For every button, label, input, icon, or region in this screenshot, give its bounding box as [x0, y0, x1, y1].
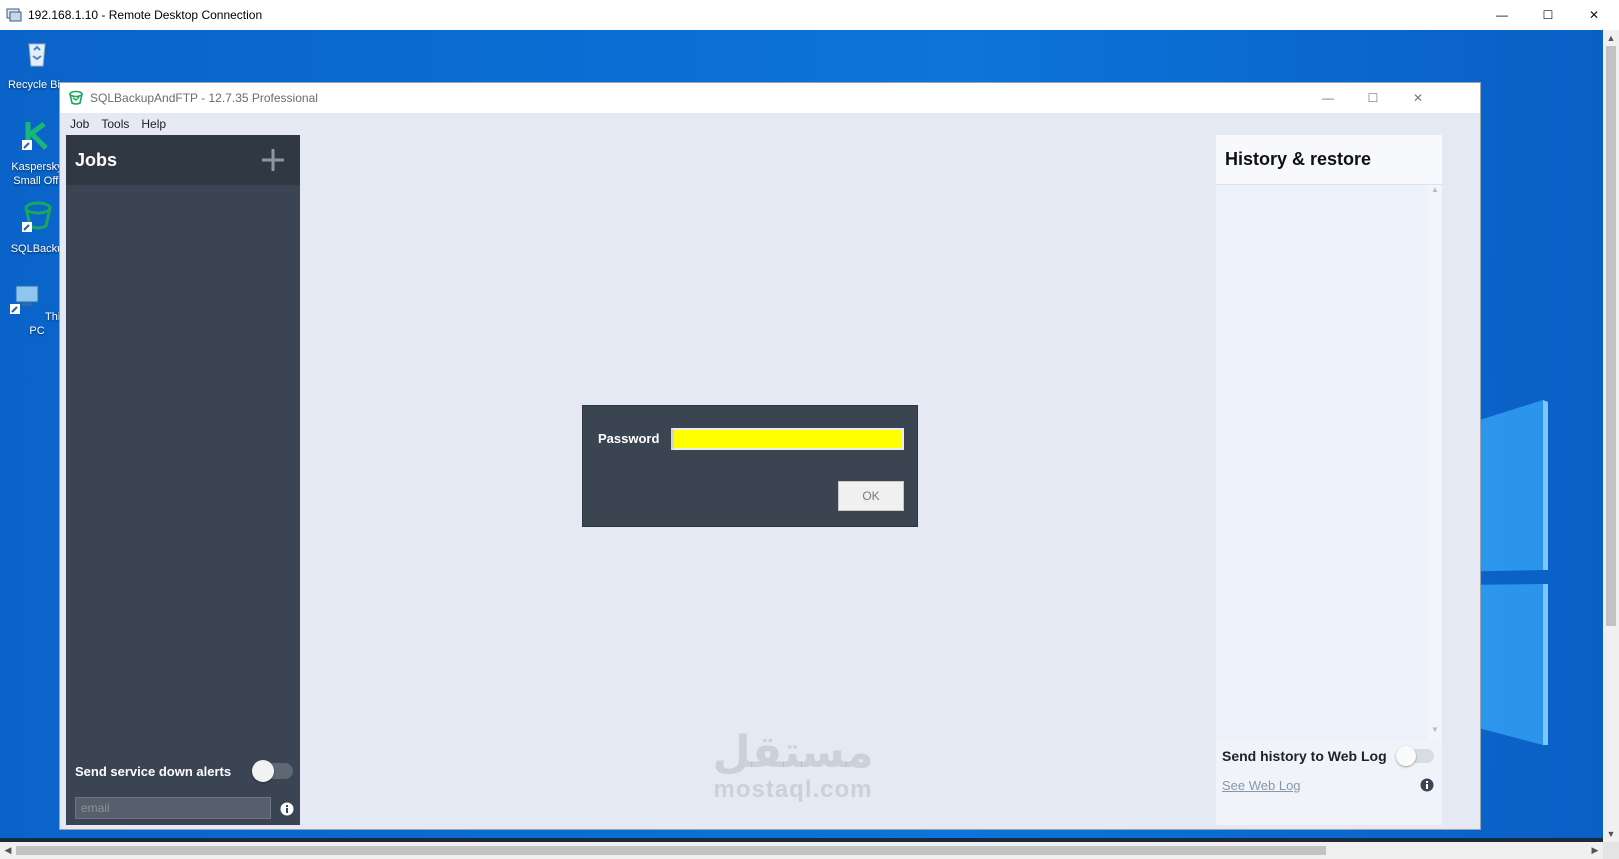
scrollbar-thumb[interactable]: [1606, 46, 1616, 626]
mostaql-watermark: مستقل mostaql.com: [688, 729, 898, 803]
scroll-right-icon[interactable]: ▶: [1587, 842, 1603, 859]
desktop-icon-label: Kaspersky Small Offi: [11, 161, 63, 187]
close-icon: ✕: [1412, 91, 1424, 105]
chevron-down-icon[interactable]: ▼: [1428, 725, 1442, 737]
jobs-panel: Jobs Send service down alerts: [66, 135, 300, 825]
rdp-maximize-button[interactable]: ☐: [1525, 0, 1571, 30]
maximize-icon: ☐: [1542, 8, 1554, 22]
this-pc-icon: [10, 285, 39, 314]
scroll-left-icon[interactable]: ◀: [0, 842, 16, 859]
see-weblog-link[interactable]: See Web Log: [1222, 778, 1301, 793]
rdp-horizontal-scrollbar[interactable]: ◀ ▶: [0, 842, 1603, 859]
rdp-titlebar: 192.168.1.10 - Remote Desktop Connection…: [0, 0, 1619, 30]
scrollbar-thumb[interactable]: [16, 846, 1326, 855]
remote-desktop-icon: [6, 8, 22, 22]
weblog-label: Send history to Web Log: [1222, 748, 1387, 764]
history-scrollbar[interactable]: ▲ ▼: [1428, 185, 1442, 739]
history-list[interactable]: [1216, 185, 1426, 739]
history-title: History & restore: [1225, 149, 1372, 169]
chevron-up-icon[interactable]: ▲: [1428, 185, 1442, 197]
ok-button[interactable]: OK: [838, 481, 904, 511]
close-icon: ✕: [1588, 8, 1600, 22]
service-alerts-label: Send service down alerts: [75, 763, 232, 779]
rdp-window-title: 192.168.1.10 - Remote Desktop Connection: [28, 8, 263, 22]
service-alerts-toggle[interactable]: [252, 760, 293, 782]
watermark-arabic: مستقل: [712, 727, 874, 778]
app-titlebar: SQLBackupAndFTP - 12.7.35 Professional —…: [60, 83, 1480, 113]
menubar: Job Tools Help: [60, 113, 1480, 135]
sqlbackup-logo-icon: [69, 90, 83, 105]
minimize-icon: —: [1322, 91, 1334, 105]
app-close-button[interactable]: ✕: [1395, 83, 1441, 113]
toggle-knob: [252, 760, 274, 782]
kaspersky-icon: [22, 122, 48, 150]
password-dialog: Password OK: [582, 405, 918, 527]
app-maximize-button[interactable]: ☐: [1350, 83, 1396, 113]
maximize-icon: ☐: [1367, 91, 1379, 105]
rdp-close-button[interactable]: ✕: [1571, 0, 1617, 30]
minimize-icon: —: [1496, 8, 1508, 22]
app-minimize-button[interactable]: —: [1305, 83, 1351, 113]
sqlbackup-shortcut-icon: [22, 201, 52, 232]
jobs-header: Jobs: [66, 135, 300, 185]
scroll-up-icon[interactable]: ▲: [1603, 30, 1619, 46]
menu-help[interactable]: Help: [141, 117, 166, 131]
toggle-knob: [1396, 746, 1416, 766]
jobs-title: Jobs: [75, 149, 118, 170]
watermark-latin: mostaql.com: [713, 776, 873, 803]
info-icon[interactable]: [1420, 778, 1434, 792]
rdp-minimize-button[interactable]: —: [1479, 0, 1525, 30]
menu-job[interactable]: Job: [70, 117, 89, 131]
alert-email-input[interactable]: [75, 797, 271, 819]
desktop-icon-label: Recycle Bin: [7, 79, 67, 91]
scrollbar-corner: [1603, 842, 1619, 859]
password-label: Password: [598, 431, 660, 446]
plus-icon[interactable]: [260, 147, 286, 173]
rdp-vertical-scrollbar[interactable]: ▲ ▼: [1603, 30, 1619, 842]
history-header: History & restore: [1216, 135, 1442, 185]
menu-tools[interactable]: Tools: [101, 117, 129, 131]
weblog-toggle[interactable]: [1396, 746, 1434, 766]
recycle-bin-icon: [28, 43, 46, 67]
app-window-title: SQLBackupAndFTP - 12.7.35 Professional: [90, 91, 318, 105]
info-icon[interactable]: [280, 802, 294, 816]
weblog-row: Send history to Web Log: [1222, 746, 1434, 766]
password-input[interactable]: [671, 428, 904, 450]
history-restore-panel: History & restore ▲ ▼ Send history to We…: [1216, 135, 1442, 825]
service-alerts-row: Send service down alerts: [75, 760, 293, 782]
desktop-icon-label: SQLBacku: [10, 243, 64, 255]
sqlbackupandftp-window: SQLBackupAndFTP - 12.7.35 Professional —…: [59, 82, 1481, 830]
scroll-down-icon[interactable]: ▼: [1603, 826, 1619, 842]
